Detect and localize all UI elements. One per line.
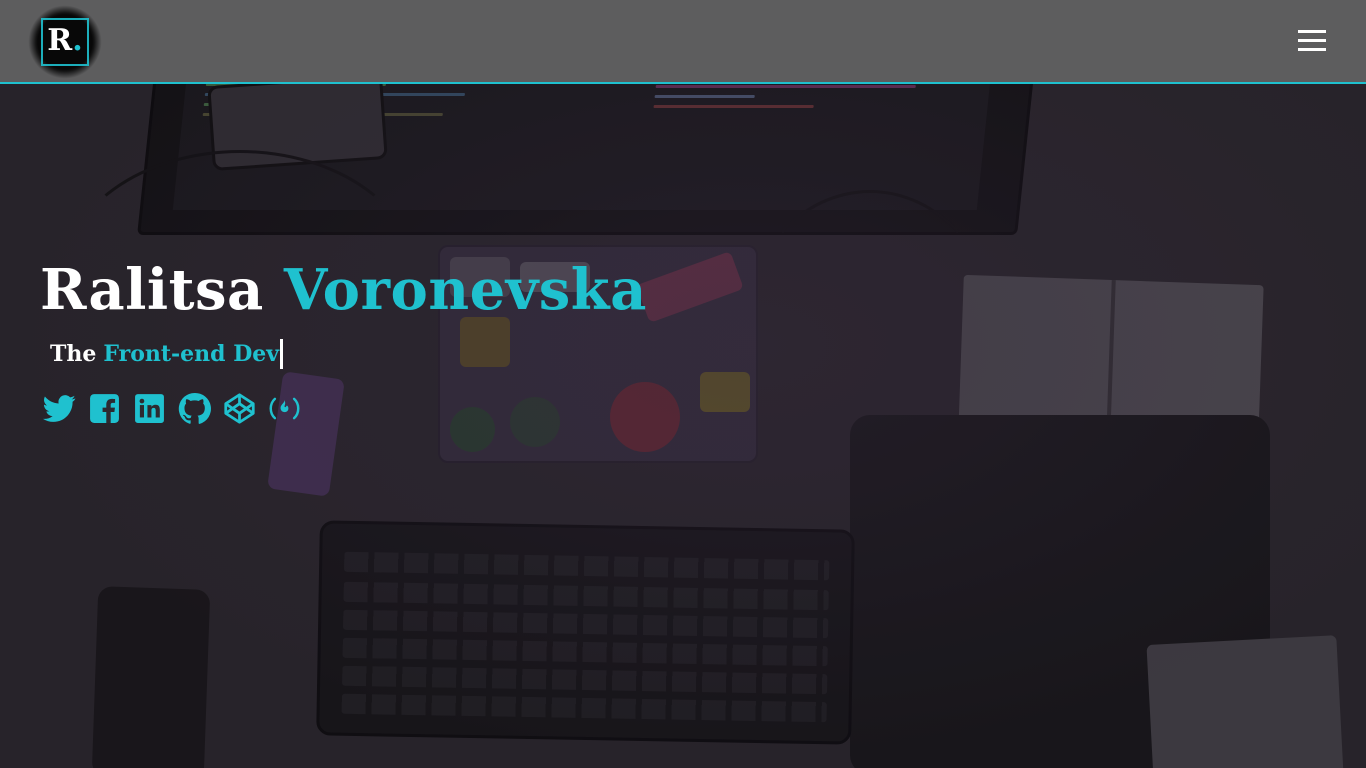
- logo-link[interactable]: R.: [28, 5, 102, 79]
- logo-text: R.: [47, 23, 83, 58]
- menu-bar: [1298, 29, 1326, 33]
- site-header: R.: [0, 0, 1366, 84]
- hero-tagline: The Front-end Dev: [50, 338, 647, 370]
- facebook-icon[interactable]: [88, 392, 121, 425]
- tagline-role: Front-end Dev: [103, 341, 280, 367]
- tagline-prefix: The: [50, 341, 97, 367]
- freecodecamp-icon[interactable]: [268, 392, 301, 425]
- first-name: Ralitsa: [40, 257, 264, 323]
- menu-bar: [1298, 47, 1326, 51]
- linkedin-icon[interactable]: [133, 392, 166, 425]
- last-name: Voronevska: [283, 257, 647, 323]
- hamburger-menu-icon[interactable]: [1294, 26, 1330, 54]
- codepen-icon[interactable]: [223, 392, 256, 425]
- github-icon[interactable]: [178, 392, 211, 425]
- twitter-icon[interactable]: [43, 392, 76, 425]
- hero-section: Ralitsa Voronevska The Front-end Dev: [40, 252, 647, 425]
- menu-bar: [1298, 38, 1326, 42]
- social-links: [43, 392, 647, 425]
- typing-caret: [280, 339, 284, 369]
- hero-name: Ralitsa Voronevska: [40, 252, 647, 328]
